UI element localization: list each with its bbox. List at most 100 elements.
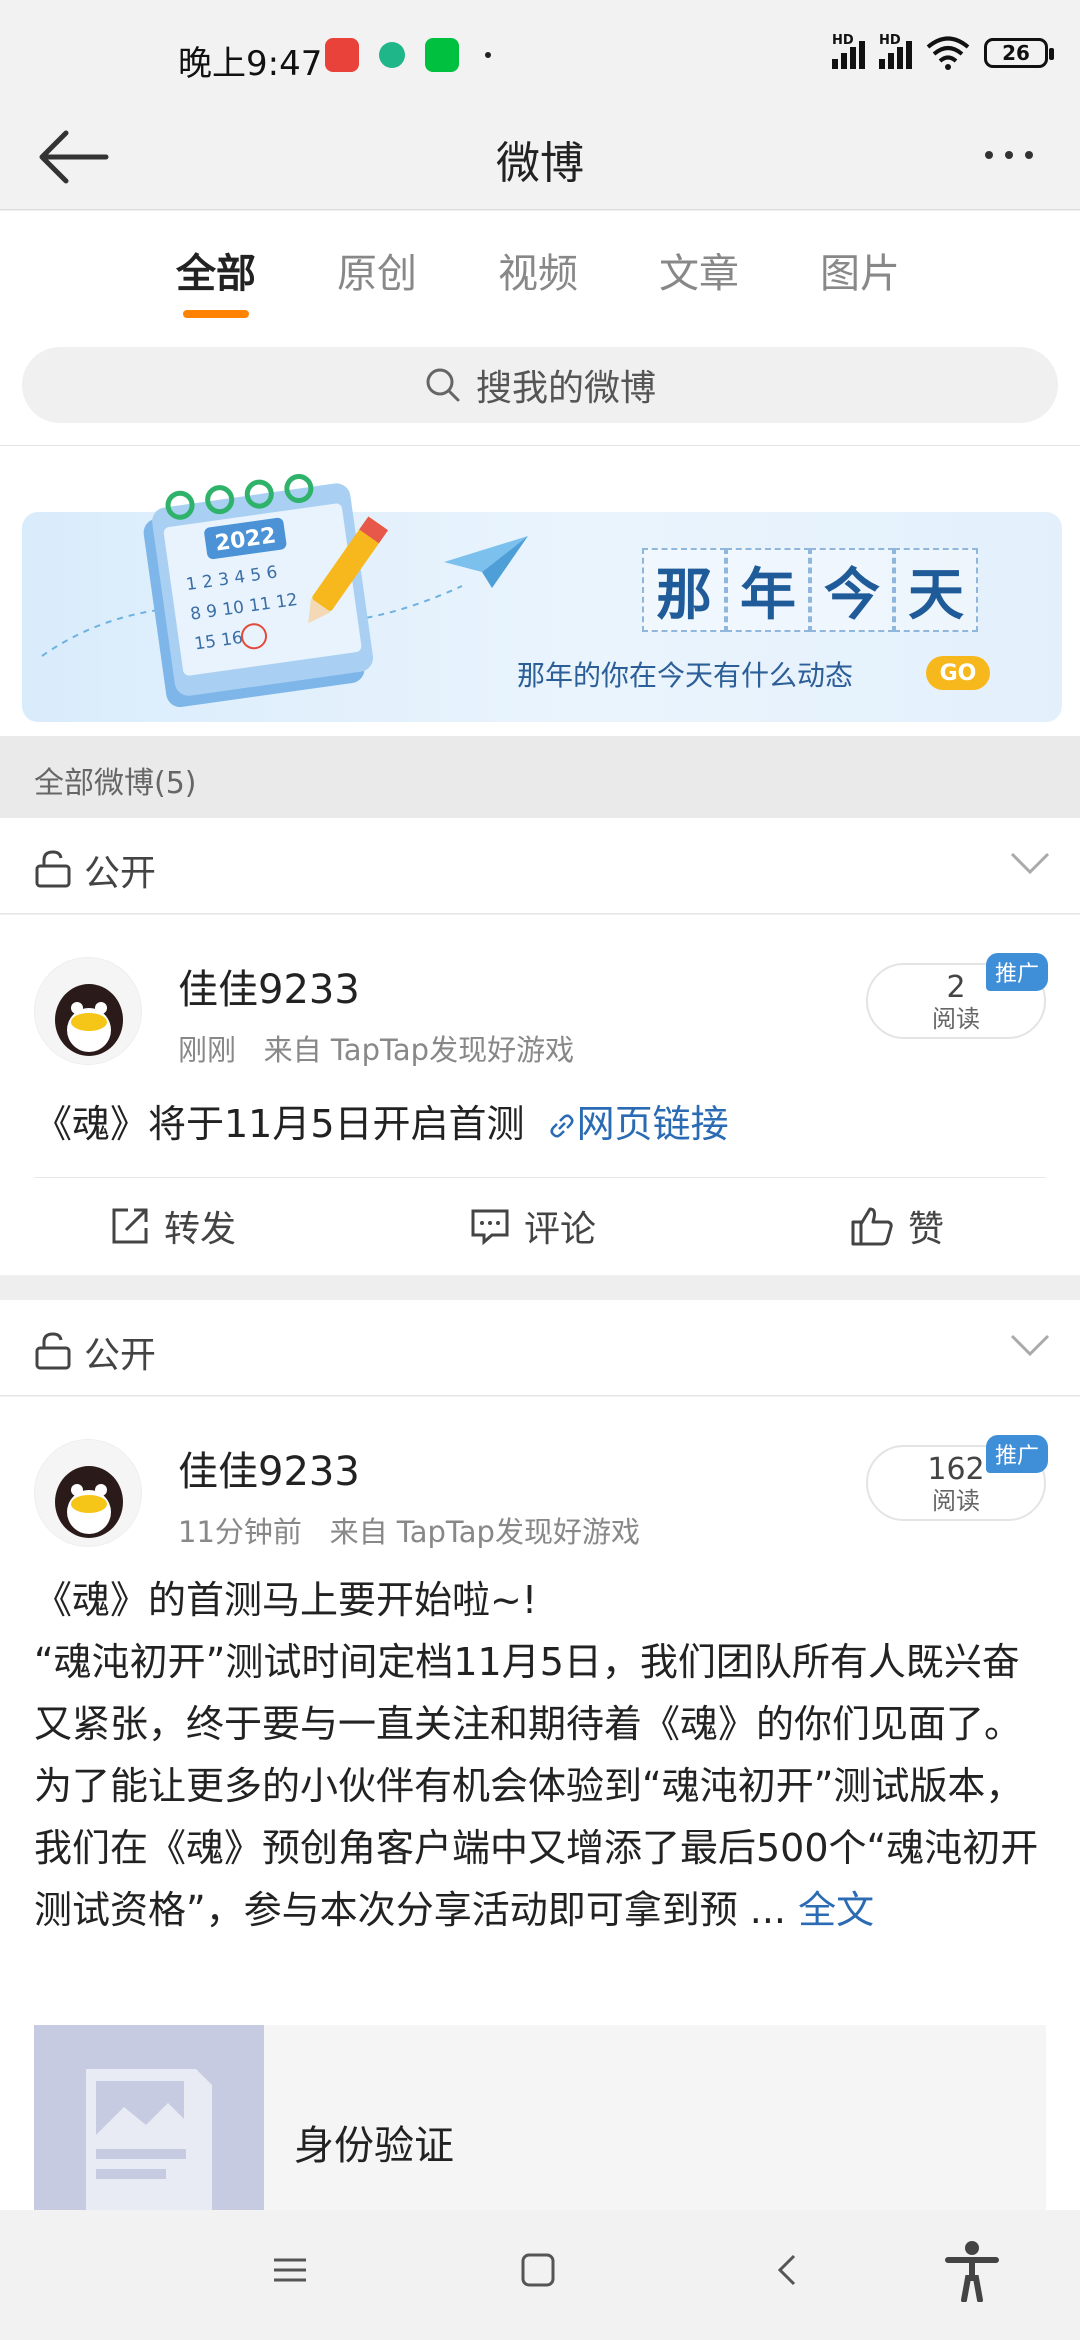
chevron-left-icon <box>777 2254 796 2286</box>
post-text: 《魂》的首测马上要开始啦~! “魂沌初开”测试时间定档11月5日，我们团队所有人… <box>34 1569 1052 1941</box>
notification-app-icon <box>325 38 359 72</box>
read-count-label: 阅读 <box>932 1487 980 1515</box>
back-nav-button[interactable] <box>768 2250 808 2294</box>
post-text: 《魂》将于11月5日开启首测 网页链接 <box>34 1093 1052 1155</box>
tab-video[interactable]: 视频 <box>478 241 598 299</box>
battery-indicator: 26 <box>984 38 1054 68</box>
on-this-day-banner[interactable]: 2022 1 2 3 4 5 6 8 9 10 11 12 15 16 那 年 … <box>22 474 1062 722</box>
post-text-line: 《魂》的首测马上要开始啦~! <box>34 1578 538 1622</box>
chevron-down-icon[interactable] <box>1010 852 1050 876</box>
post-text-line: “魂沌初开”测试时间定档11月5日，我们团队所有人既兴奋又紧张，终于要与一直关注… <box>34 1640 1023 1746</box>
read-more-link[interactable]: 全文 <box>798 1888 874 1932</box>
like-label: 赞 <box>908 1209 945 1250</box>
like-button[interactable]: 赞 <box>850 1200 944 1252</box>
privacy-label: 公开 <box>84 853 157 894</box>
username[interactable]: 佳佳9233 <box>178 1439 360 1497</box>
repost-button[interactable]: 转发 <box>110 1200 236 1252</box>
share-icon <box>112 1208 148 1244</box>
post-card: 佳佳9233 刚刚 来自 TapTap发现好游戏 2 阅读 推广 《魂》将于11… <box>0 915 1080 1275</box>
post-meta: 刚刚 来自 TapTap发现好游戏 <box>178 1027 574 1069</box>
web-link[interactable]: 网页链接 <box>537 1102 729 1146</box>
username[interactable]: 佳佳9233 <box>178 957 360 1015</box>
tab-pictures[interactable]: 图片 <box>800 241 920 299</box>
tab-all[interactable]: 全部 <box>156 241 276 299</box>
status-bar: 晚上9:47 HD HD 26 <box>0 0 1080 105</box>
app-header: 微博 <box>0 105 1080 210</box>
filter-tabs: 全部 原创 视频 文章 图片 <box>0 211 1080 331</box>
signal-icon: HD <box>879 33 912 69</box>
tab-article[interactable]: 文章 <box>639 241 759 299</box>
tab-original[interactable]: 原创 <box>317 241 437 299</box>
more-dot-icon <box>1025 151 1033 159</box>
link-card-thumbnail <box>34 2025 264 2215</box>
promote-badge[interactable]: 推广 <box>986 1435 1048 1473</box>
square-icon <box>521 2253 555 2287</box>
comment-button[interactable]: 评论 <box>470 1200 596 1252</box>
status-app-icons <box>325 38 491 72</box>
home-nav-button[interactable] <box>518 2250 558 2294</box>
search-section: 搜我的微博 <box>0 331 1080 446</box>
banner-title-char: 今 <box>810 548 894 632</box>
post-meta: 11分钟前 来自 TapTap发现好游戏 <box>178 1509 640 1551</box>
more-notifications-dot <box>485 52 491 58</box>
unlock-icon <box>35 850 71 888</box>
post-source: 来自 TapTap发现好游戏 <box>263 1033 575 1067</box>
post-divider <box>0 1276 1080 1300</box>
banner-title-char: 天 <box>894 548 978 632</box>
post-text-content: 为了能让更多的小伙伴有机会体验到“魂沌初开”测试版本，我们在《魂》预创角客户端中… <box>34 1764 1039 1932</box>
active-tab-indicator <box>183 310 249 318</box>
paper-plane-icon <box>444 536 528 588</box>
unlock-icon <box>35 1332 71 1370</box>
comment-label: 评论 <box>524 1209 597 1250</box>
post-source: 来自 TapTap发现好游戏 <box>329 1515 640 1549</box>
page-title: 微博 <box>496 138 584 189</box>
image-placeholder-icon <box>86 2069 212 2215</box>
post-actions: 转发 评论 赞 <box>34 1177 1046 1277</box>
menu-icon <box>274 2258 306 2282</box>
link-card-title: 身份验证 <box>294 2123 454 2169</box>
banner-title: 那 年 今 天 <box>642 548 978 632</box>
accessibility-button[interactable] <box>944 2240 1000 2306</box>
more-options-button[interactable] <box>974 135 1044 175</box>
calendar-illustration: 2022 1 2 3 4 5 6 8 9 10 11 12 15 16 <box>41 474 463 708</box>
signal-icon: HD <box>832 33 865 69</box>
banner-area: 2022 1 2 3 4 5 6 8 9 10 11 12 15 16 那 年 … <box>0 446 1080 736</box>
banner-subtitle: 那年的你在今天有什么动态 <box>517 659 854 692</box>
penguin-avatar-icon <box>55 984 123 1056</box>
comment-icon <box>471 1209 509 1246</box>
post-text-content: 《魂》将于11月5日开启首测 <box>34 1102 525 1146</box>
privacy-label: 公开 <box>84 1335 157 1376</box>
banner-go-button[interactable]: GO <box>926 656 990 690</box>
repost-label: 转发 <box>164 1209 237 1250</box>
read-count-label: 阅读 <box>932 1005 980 1033</box>
banner-title-char: 那 <box>642 548 726 632</box>
notification-app-icon <box>379 42 405 68</box>
thumbs-up-icon <box>851 1207 893 1246</box>
status-right: HD HD 26 <box>832 33 1054 70</box>
more-dot-icon <box>1005 151 1013 159</box>
system-nav-bar <box>0 2210 1080 2340</box>
more-dot-icon <box>985 151 993 159</box>
privacy-row: 公开 <box>0 818 1080 914</box>
post-text-line: 为了能让更多的小伙伴有机会体验到“魂沌初开”测试版本，我们在《魂》预创角客户端中… <box>34 1755 1052 1941</box>
promote-badge[interactable]: 推广 <box>986 953 1048 991</box>
chevron-down-icon[interactable] <box>1010 1334 1050 1358</box>
link-card[interactable]: 身份验证 <box>34 2025 1046 2215</box>
web-link-label: 网页链接 <box>576 1102 729 1146</box>
status-time: 晚上9:47 <box>178 44 323 84</box>
link-icon <box>550 1114 574 1138</box>
weibo-count-label: 全部微博(5) <box>0 736 1080 818</box>
avatar[interactable] <box>34 1439 142 1547</box>
iqiyi-app-icon <box>425 38 459 72</box>
menu-nav-button[interactable] <box>270 2250 310 2294</box>
avatar[interactable] <box>34 957 142 1065</box>
banner-title-char: 年 <box>726 548 810 632</box>
accessibility-icon <box>945 2241 999 2303</box>
privacy-row: 公开 <box>0 1300 1080 1396</box>
post-card: 佳佳9233 11分钟前 来自 TapTap发现好游戏 162 阅读 推广 《魂… <box>0 1397 1080 2215</box>
post-time: 刚刚 <box>178 1033 237 1067</box>
penguin-avatar-icon <box>55 1466 123 1538</box>
post-time: 11分钟前 <box>178 1515 302 1549</box>
wifi-icon <box>926 36 970 70</box>
search-input[interactable]: 搜我的微博 <box>22 347 1058 423</box>
